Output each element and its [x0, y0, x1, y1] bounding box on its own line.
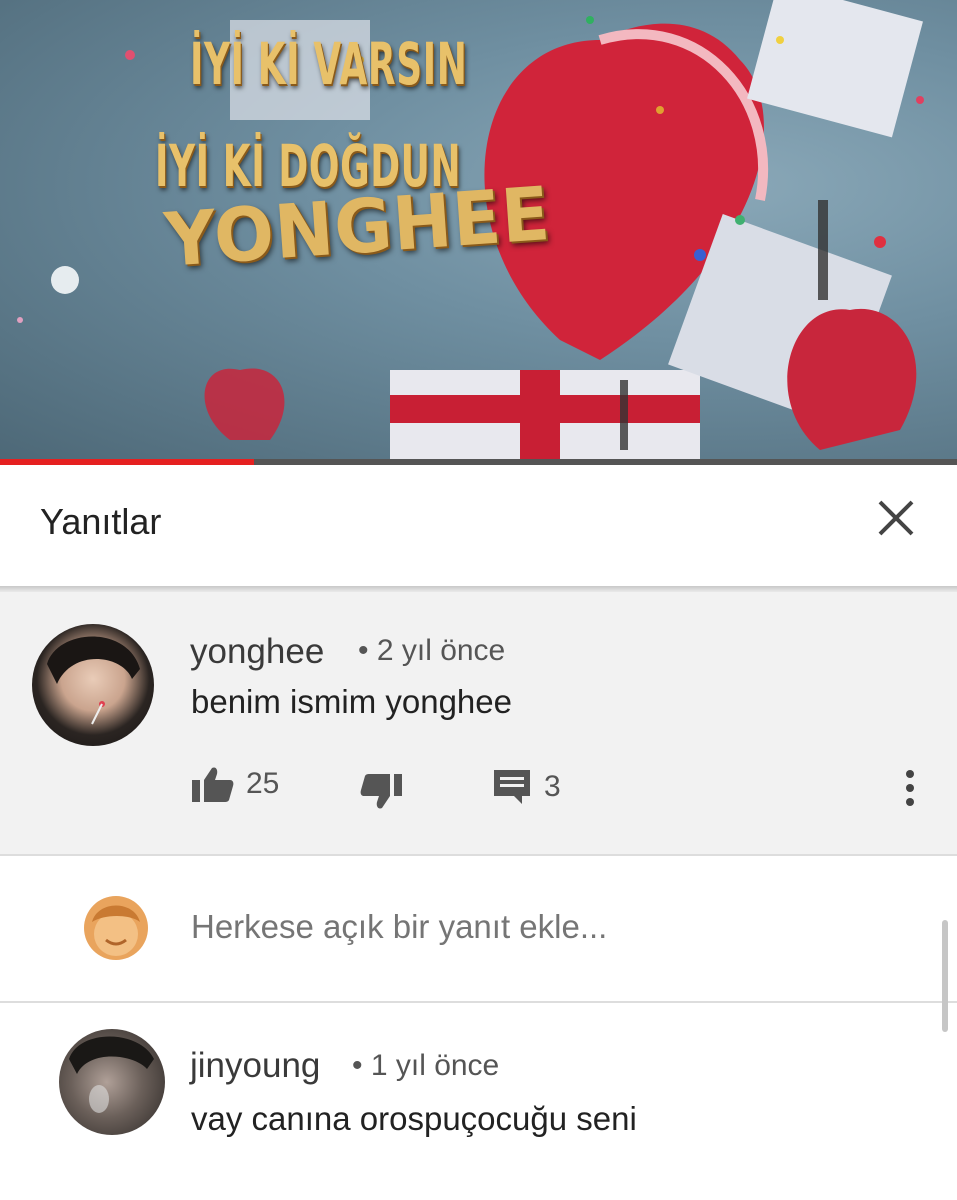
comment-author[interactable]: yonghee [190, 632, 324, 672]
more-options-button[interactable] [900, 768, 920, 808]
like-button[interactable]: 25 [190, 764, 279, 804]
like-count: 25 [246, 767, 280, 800]
reply-count: 3 [544, 770, 561, 803]
replies-header: Yanıtlar [0, 465, 957, 587]
avatar[interactable] [59, 1029, 165, 1135]
user-face-icon [92, 905, 140, 956]
video-player[interactable]: İYİ Kİ VARSIN İYİ Kİ DOĞDUN YONGHEE [0, 0, 957, 462]
thumbs-up-icon [192, 767, 234, 802]
avatar[interactable] [32, 624, 154, 746]
main-comment [0, 592, 957, 854]
reply-input[interactable] [191, 908, 791, 946]
reply-author[interactable]: jinyoung [190, 1046, 320, 1086]
dislike-button[interactable] [360, 772, 404, 812]
avatar-portrait [69, 1036, 154, 1113]
scrollbar[interactable] [942, 920, 948, 1032]
reply-time: • 1 yıl önce [352, 1049, 500, 1082]
reply-text: vay canına orospuçocuğu seni [191, 1100, 637, 1137]
reply-button[interactable]: 3 [492, 768, 561, 806]
comment-time: • 2 yıl önce [358, 634, 506, 667]
replies-title: Yanıtlar [40, 501, 162, 542]
more-vert-icon [906, 770, 914, 806]
close-icon [878, 500, 914, 536]
reply-divider [0, 1001, 957, 1003]
comment-icon [494, 770, 530, 804]
close-button[interactable] [872, 494, 920, 542]
video-title-line-1: İYİ Kİ VARSIN [190, 30, 468, 98]
current-user-avatar [84, 896, 148, 960]
comment-text: benim ismim yonghee [191, 683, 512, 720]
avatar-portrait [47, 636, 140, 725]
thumbs-down-icon [360, 774, 402, 809]
